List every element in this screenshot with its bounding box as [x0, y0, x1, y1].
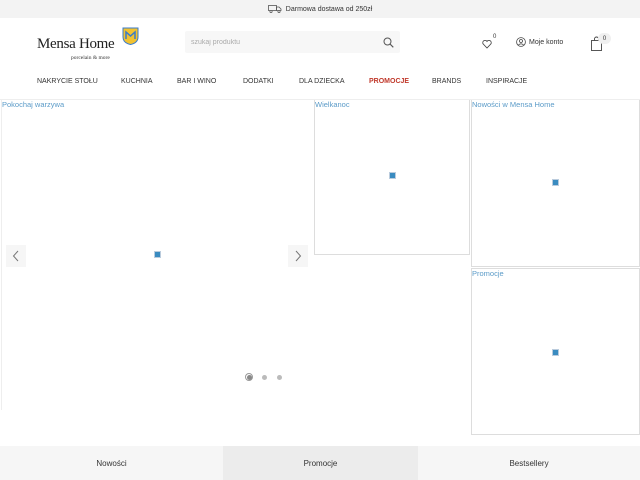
account-label: Moje konto — [529, 38, 564, 46]
nav-item-inspiracje[interactable]: INSPIRACJE — [486, 78, 527, 85]
banner-promocje[interactable]: Promocje — [471, 268, 640, 435]
nav-item-promocje[interactable]: PROMOCJE — [369, 78, 409, 85]
banner-label-nowosci[interactable]: Nowości w Mensa Home — [472, 100, 555, 109]
banner-wielkanoc[interactable]: Wielkanoc — [314, 100, 470, 255]
truck-icon — [267, 5, 282, 13]
chevron-left-icon — [12, 250, 19, 262]
banner-label-promocje[interactable]: Promocje — [472, 269, 504, 278]
nav-item-brands[interactable]: BRANDS — [432, 78, 461, 85]
main-slider[interactable]: Pokochaj warzywa — [1, 100, 312, 410]
main-nav: NAKRYCIE STOŁU KUCHNIA BAR I WINO DODATK… — [0, 76, 640, 90]
slider-dot[interactable] — [260, 373, 268, 381]
product-tabs: Nowości Promocje Bestsellery — [0, 446, 640, 480]
nav-item-nakrycie-stolu[interactable]: NAKRYCIE STOŁU — [37, 78, 98, 85]
slider-prev-button[interactable] — [6, 245, 26, 267]
slider-next-button[interactable] — [288, 245, 308, 267]
free-shipping-bar: Darmowa dostawa od 250zł — [0, 0, 640, 18]
nav-item-dodatki[interactable]: DODATKI — [243, 78, 274, 85]
wishlist-button[interactable]: 0 — [482, 34, 502, 50]
cart-count: 0 — [598, 33, 611, 44]
logo-badge-icon — [122, 27, 139, 45]
search-input[interactable] — [191, 35, 371, 49]
site-header: Mensa Home porcelain & more 0 Moje konto — [0, 18, 640, 100]
broken-image-icon — [552, 179, 559, 186]
nav-item-bar-i-wino[interactable]: BAR I WINO — [177, 78, 216, 85]
slider-dot[interactable] — [275, 373, 283, 381]
chevron-right-icon — [295, 250, 302, 262]
slider-dot[interactable] — [245, 373, 253, 381]
tab-label: Bestsellery — [509, 458, 549, 468]
logo[interactable]: Mensa Home porcelain & more — [37, 27, 141, 64]
free-shipping-text: Darmowa dostawa od 250zł — [285, 5, 373, 13]
search-icon — [383, 37, 394, 48]
banner-nowosci[interactable]: Nowości w Mensa Home — [471, 100, 640, 267]
cart-button[interactable]: 0 — [590, 33, 614, 51]
tab-bestsellery[interactable]: Bestsellery — [418, 446, 640, 480]
tab-nowosci[interactable]: Nowości — [0, 446, 223, 480]
broken-image-icon — [154, 251, 161, 258]
banner-label-main[interactable]: Pokochaj warzywa — [2, 100, 64, 109]
logo-tagline: porcelain & more — [71, 55, 110, 61]
tab-promocje[interactable]: Promocje — [223, 446, 418, 480]
banner-label-wielkanoc[interactable]: Wielkanoc — [315, 100, 350, 109]
nav-item-dla-dziecka[interactable]: DLA DZIECKA — [299, 78, 345, 85]
slider-pagination — [245, 373, 283, 381]
tab-label: Nowości — [96, 458, 127, 468]
user-icon — [516, 37, 526, 47]
logo-text: Mensa Home — [37, 36, 115, 52]
search-button[interactable] — [381, 35, 395, 49]
broken-image-icon — [389, 172, 396, 179]
account-link[interactable]: Moje konto — [516, 37, 563, 47]
wishlist-count: 0 — [493, 34, 497, 40]
broken-image-icon — [552, 349, 559, 356]
tab-label: Promocje — [303, 458, 338, 468]
nav-item-kuchnia[interactable]: KUCHNIA — [121, 78, 153, 85]
search-box — [185, 31, 400, 53]
heart-icon — [482, 39, 492, 49]
